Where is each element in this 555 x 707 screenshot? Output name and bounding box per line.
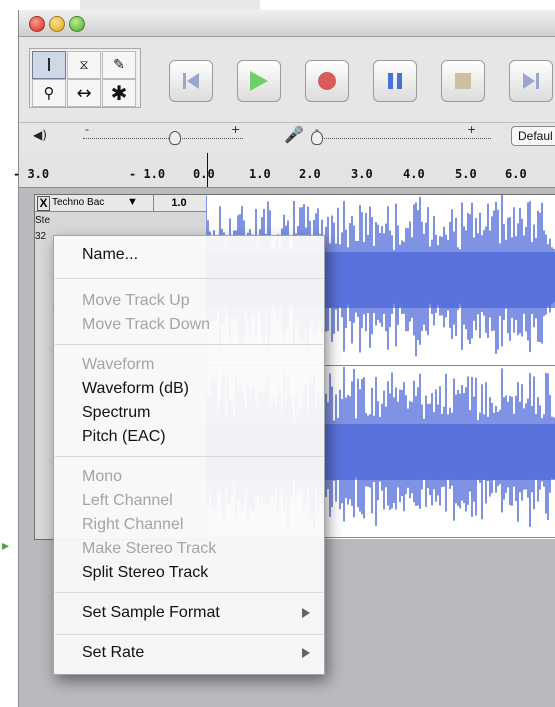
ruler-tick-label: - 1.0 (129, 167, 166, 181)
stop-icon (455, 73, 471, 89)
menu-item-move-track-down[interactable]: Move Track Down (82, 314, 210, 336)
play-icon (250, 71, 268, 91)
menu-item-set-rate[interactable]: Set Rate (82, 642, 144, 664)
desktop-background (0, 0, 18, 707)
menu-separator (55, 592, 323, 593)
mixer-toolbar: ◀) - + 🎤 - + Defaul (19, 122, 555, 149)
input-volume-slider[interactable] (311, 138, 491, 140)
ruler-tick-label: 2.0 (299, 167, 321, 181)
menu-item-name[interactable]: Name... (82, 244, 138, 266)
input-volume-thumb[interactable] (311, 131, 323, 145)
track-info: Ste (35, 215, 51, 226)
menu-item-set-sample-format[interactable]: Set Sample Format (82, 602, 220, 624)
submenu-arrow-icon (302, 608, 310, 618)
track-header: X Techno Bac ▼ 1.0 (35, 195, 207, 212)
menu-item-make-stereo-track[interactable]: Make Stereo Track (82, 538, 216, 560)
tools-palette: I ⧖ ✎ ⚲ ↔ ✱ (29, 48, 141, 108)
ruler-tick-label: 6.0 (505, 167, 527, 181)
pause-button[interactable] (373, 60, 417, 102)
ruler-tick-label: 5.0 (455, 167, 477, 181)
track-close-button[interactable]: X (37, 196, 50, 211)
menu-item-pitch[interactable]: Pitch (EAC) (82, 426, 166, 448)
play-cursor (207, 153, 208, 187)
menu-item-left-channel[interactable]: Left Channel (82, 490, 173, 512)
title-bar (19, 10, 555, 37)
track-name-menu[interactable]: Techno Bac (52, 197, 104, 208)
menu-item-waveform-db[interactable]: Waveform (dB) (82, 378, 189, 400)
skip-start-icon (183, 73, 186, 89)
menu-item-spectrum[interactable]: Spectrum (82, 402, 150, 424)
skip-to-end-button[interactable] (509, 60, 553, 102)
skip-to-start-button[interactable] (169, 60, 213, 102)
record-icon (318, 72, 336, 90)
record-button[interactable] (305, 60, 349, 102)
track-scale-label: 1.0 (153, 195, 204, 211)
speaker-icon: ◀) (33, 128, 47, 142)
timeline-ruler[interactable]: - 3.0 - 1.0 0.0 1.0 2.0 3.0 4.0 5.0 6.0 (13, 153, 555, 188)
time-shift-tool-icon[interactable]: ↔ (67, 79, 101, 107)
close-window-button[interactable] (29, 16, 45, 32)
draw-tool-icon[interactable]: ✎ (102, 51, 136, 79)
output-volume-thumb[interactable] (169, 131, 181, 145)
output-volume-minus: - (85, 123, 89, 136)
menu-item-right-channel[interactable]: Right Channel (82, 514, 183, 536)
output-volume-plus: + (231, 123, 241, 136)
ruler-tick-label: 1.0 (249, 167, 271, 181)
device-select[interactable]: Defaul (511, 126, 555, 146)
pause-icon (388, 73, 402, 89)
menu-item-split-stereo-track[interactable]: Split Stereo Track (82, 562, 208, 584)
ruler-tick-label: 4.0 (403, 167, 425, 181)
submenu-arrow-icon (302, 648, 310, 658)
menu-item-mono[interactable]: Mono (82, 466, 122, 488)
menu-separator (55, 278, 323, 279)
menu-separator (55, 344, 323, 345)
ruler-tick-label: 0.0 (193, 167, 215, 181)
input-volume-plus: + (467, 123, 477, 136)
zoom-window-button[interactable] (69, 16, 85, 32)
envelope-tool-icon[interactable]: ⧖ (67, 51, 101, 79)
ruler-tick-label: 3.0 (351, 167, 373, 181)
menu-item-move-track-up[interactable]: Move Track Up (82, 290, 190, 312)
stop-button[interactable] (441, 60, 485, 102)
desktop-arrow-icon: ▸ (2, 538, 10, 554)
menu-separator (55, 634, 323, 635)
menu-separator (55, 456, 323, 457)
multi-tool-icon[interactable]: ✱ (102, 79, 136, 107)
track-info: 32 (35, 231, 47, 242)
skip-end-icon (523, 73, 535, 89)
selection-tool-icon[interactable]: I (32, 51, 66, 79)
menu-item-waveform[interactable]: Waveform (82, 354, 154, 376)
minimize-window-button[interactable] (49, 16, 65, 32)
ruler-tick-label: - 3.0 (13, 167, 50, 181)
play-button[interactable] (237, 60, 281, 102)
microphone-icon: 🎤 (284, 125, 304, 144)
zoom-tool-icon[interactable]: ⚲ (32, 79, 66, 107)
chevron-down-icon[interactable]: ▼ (127, 196, 138, 208)
track-context-menu: Name... Move Track Up Move Track Down Wa… (53, 235, 325, 675)
output-volume-slider[interactable] (83, 138, 243, 140)
